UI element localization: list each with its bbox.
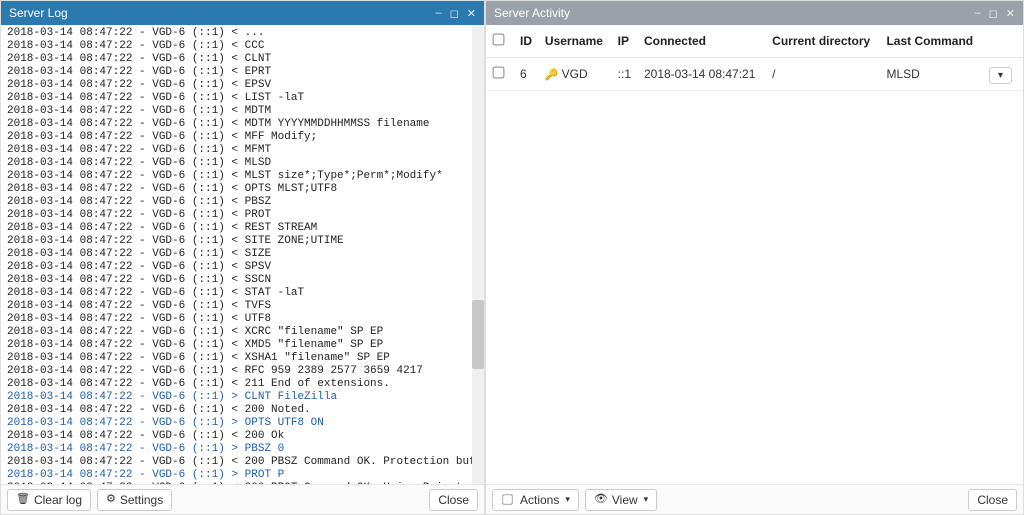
- view-dropdown[interactable]: 👁 View ▾: [585, 489, 657, 511]
- cell-ip: ::1: [612, 58, 638, 91]
- log-line: 2018-03-14 08:47:22 - VGD-6 (::1) < REST…: [7, 222, 478, 235]
- log-line: 2018-03-14 08:47:22 - VGD-6 (::1) < LIST…: [7, 92, 478, 105]
- server-log-title: Server Log: [9, 6, 436, 20]
- maximize-icon[interactable]: ◻: [989, 7, 998, 20]
- log-line: 2018-03-14 08:47:22 - VGD-6 (::1) < 211 …: [7, 378, 478, 391]
- server-activity-title: Server Activity: [494, 6, 975, 20]
- maximize-icon[interactable]: ◻: [450, 7, 459, 20]
- log-line: 2018-03-14 08:47:22 - VGD-6 (::1) < OPTS…: [7, 183, 478, 196]
- log-line: 2018-03-14 08:47:22 - VGD-6 (::1) < SSCN: [7, 274, 478, 287]
- log-line: 2018-03-14 08:47:22 - VGD-6 (::1) < MDTM: [7, 105, 478, 118]
- col-username[interactable]: Username: [539, 25, 612, 58]
- log-line: 2018-03-14 08:47:22 - VGD-6 (::1) < XMD5…: [7, 339, 478, 352]
- settings-label: Settings: [120, 493, 163, 507]
- minimize-icon[interactable]: –: [975, 7, 981, 20]
- log-line: 2018-03-14 08:47:22 - VGD-6 (::1) > OPTS…: [7, 417, 478, 430]
- gear-icon: ⚙: [106, 494, 116, 505]
- clear-log-label: Clear log: [34, 493, 82, 507]
- select-all-checkbox[interactable]: [493, 34, 505, 46]
- clear-log-button[interactable]: 🗑 Clear log: [7, 489, 91, 511]
- log-output[interactable]: 2018-03-14 08:47:22 - VGD-6 (::1) < ...2…: [1, 25, 484, 484]
- key-icon: 🔑: [545, 69, 559, 81]
- activity-close-label: Close: [977, 493, 1008, 507]
- settings-button[interactable]: ⚙ Settings: [97, 489, 172, 511]
- server-activity-titlebar[interactable]: Server Activity – ◻ ✕: [486, 1, 1023, 25]
- table-row[interactable]: 6 🔑VGD ::1 2018-03-14 08:47:21 / MLSD ▾: [486, 58, 1023, 91]
- log-line: 2018-03-14 08:47:22 - VGD-6 (::1) < SIZE: [7, 248, 478, 261]
- log-line: 2018-03-14 08:47:22 - VGD-6 (::1) < 200 …: [7, 404, 478, 417]
- cell-username: 🔑VGD: [539, 58, 612, 91]
- log-line: 2018-03-14 08:47:22 - VGD-6 (::1) < SITE…: [7, 235, 478, 248]
- log-line: 2018-03-14 08:47:22 - VGD-6 (::1) < 200 …: [7, 482, 478, 484]
- cell-id: 6: [514, 58, 539, 91]
- col-id[interactable]: ID: [514, 25, 539, 58]
- log-line: 2018-03-14 08:47:22 - VGD-6 (::1) < TVFS: [7, 300, 478, 313]
- log-line: 2018-03-14 08:47:22 - VGD-6 (::1) > PBSZ…: [7, 443, 478, 456]
- log-line: 2018-03-14 08:47:22 - VGD-6 (::1) > PROT…: [7, 469, 478, 482]
- log-line: 2018-03-14 08:47:22 - VGD-6 (::1) < EPRT: [7, 66, 478, 79]
- activity-header-row: ID Username IP Connected Current directo…: [486, 25, 1023, 58]
- cell-lastcmd: MLSD: [880, 58, 983, 91]
- log-line: 2018-03-14 08:47:22 - VGD-6 (::1) < XCRC…: [7, 326, 478, 339]
- log-line: 2018-03-14 08:47:22 - VGD-6 (::1) < STAT…: [7, 287, 478, 300]
- caret-down-icon: ▾: [644, 494, 649, 505]
- log-line: 2018-03-14 08:47:22 - VGD-6 (::1) < EPSV: [7, 79, 478, 92]
- col-lastcmd[interactable]: Last Command: [880, 25, 983, 58]
- row-checkbox[interactable]: [493, 67, 505, 79]
- log-line: 2018-03-14 08:47:22 - VGD-6 (::1) < MFF …: [7, 131, 478, 144]
- log-line: 2018-03-14 08:47:22 - VGD-6 (::1) < MDTM…: [7, 118, 478, 131]
- log-line: 2018-03-14 08:47:22 - VGD-6 (::1) > CLNT…: [7, 391, 478, 404]
- log-line: 2018-03-14 08:47:22 - VGD-6 (::1) < PBSZ: [7, 196, 478, 209]
- server-log-panel: Server Log – ◻ ✕ 2018-03-14 08:47:22 - V…: [0, 0, 485, 515]
- caret-down-icon: ▾: [565, 494, 570, 505]
- log-line: 2018-03-14 08:47:22 - VGD-6 (::1) < ...: [7, 27, 478, 40]
- row-actions-button[interactable]: ▾: [989, 67, 1012, 84]
- minimize-icon[interactable]: –: [436, 7, 442, 20]
- col-connected[interactable]: Connected: [638, 25, 766, 58]
- log-line: 2018-03-14 08:47:22 - VGD-6 (::1) < CLNT: [7, 53, 478, 66]
- col-cwd[interactable]: Current directory: [766, 25, 880, 58]
- actions-label: Actions: [520, 493, 559, 507]
- cell-connected: 2018-03-14 08:47:21: [638, 58, 766, 91]
- log-scrollbar[interactable]: [472, 25, 484, 484]
- actions-checkbox[interactable]: [502, 494, 512, 504]
- actions-dropdown[interactable]: Actions ▾: [492, 489, 579, 511]
- log-line: 2018-03-14 08:47:22 - VGD-6 (::1) < 200 …: [7, 456, 478, 469]
- log-line: 2018-03-14 08:47:22 - VGD-6 (::1) < RFC …: [7, 365, 478, 378]
- log-line: 2018-03-14 08:47:22 - VGD-6 (::1) < MFMT: [7, 144, 478, 157]
- log-line: 2018-03-14 08:47:22 - VGD-6 (::1) < UTF8: [7, 313, 478, 326]
- trash-icon: 🗑: [16, 494, 30, 505]
- view-label: View: [612, 493, 638, 507]
- log-line: 2018-03-14 08:47:22 - VGD-6 (::1) < XSHA…: [7, 352, 478, 365]
- activity-close-button[interactable]: Close: [968, 489, 1017, 511]
- server-log-titlebar[interactable]: Server Log – ◻ ✕: [1, 1, 484, 25]
- log-line: 2018-03-14 08:47:22 - VGD-6 (::1) < SPSV: [7, 261, 478, 274]
- log-line: 2018-03-14 08:47:22 - VGD-6 (::1) < CCC: [7, 40, 478, 53]
- col-ip[interactable]: IP: [612, 25, 638, 58]
- log-close-button[interactable]: Close: [429, 489, 478, 511]
- server-activity-panel: Server Activity – ◻ ✕ ID Username IP Con…: [485, 0, 1024, 515]
- activity-table: ID Username IP Connected Current directo…: [486, 25, 1023, 91]
- log-close-label: Close: [438, 493, 469, 507]
- log-line: 2018-03-14 08:47:22 - VGD-6 (::1) < PROT: [7, 209, 478, 222]
- close-icon[interactable]: ✕: [1006, 7, 1015, 20]
- cell-cwd: /: [766, 58, 880, 91]
- log-line: 2018-03-14 08:47:22 - VGD-6 (::1) < MLSD: [7, 157, 478, 170]
- log-line: 2018-03-14 08:47:22 - VGD-6 (::1) < MLST…: [7, 170, 478, 183]
- eye-icon: 👁: [594, 494, 608, 505]
- close-icon[interactable]: ✕: [467, 7, 476, 20]
- log-line: 2018-03-14 08:47:22 - VGD-6 (::1) < 200 …: [7, 430, 478, 443]
